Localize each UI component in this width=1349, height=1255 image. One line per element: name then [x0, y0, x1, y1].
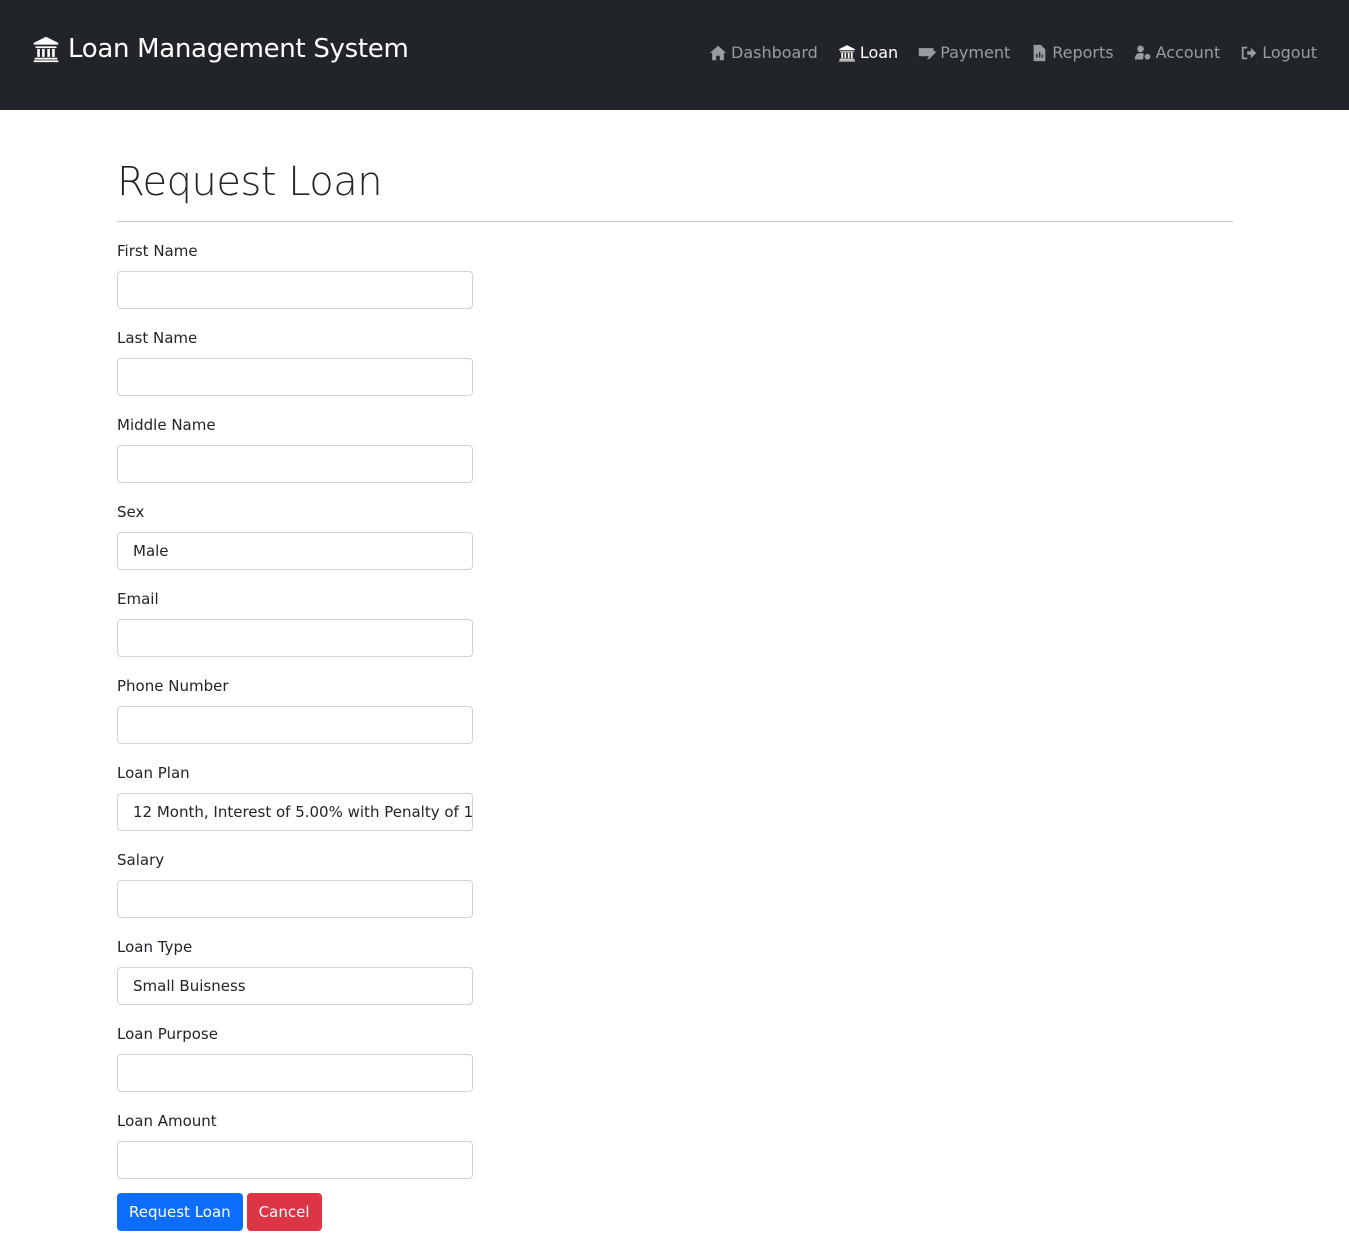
page-title: Request Loan — [117, 159, 383, 205]
divider — [117, 221, 1233, 222]
app-title: Loan Management System — [68, 34, 409, 64]
salary-input[interactable] — [117, 880, 473, 918]
nav-item-account[interactable]: Account — [1134, 43, 1221, 62]
sex-label: Sex — [117, 503, 145, 521]
user-gear-icon — [1134, 45, 1150, 60]
nav-label: Dashboard — [731, 43, 818, 62]
sex-select[interactable]: Male — [117, 532, 473, 570]
loan-plan-select[interactable]: 12 Month, Interest of 5.00% with Penalty… — [117, 793, 473, 831]
cancel-button[interactable]: Cancel — [246, 1193, 322, 1231]
form-group-salary: Salary — [117, 849, 1233, 918]
loan-request-form: First Name Last Name Middle Name Sex Mal… — [117, 240, 1233, 1231]
main-content: Request Loan First Name Last Name Middle… — [117, 150, 1233, 1231]
form-actions: Request Loan Cancel — [117, 1193, 1233, 1231]
form-group-first-name: First Name — [117, 240, 1233, 309]
nav-item-loan[interactable]: Loan — [838, 43, 898, 62]
nav-item-payment[interactable]: Payment — [918, 43, 1010, 62]
middle-name-label: Middle Name — [117, 416, 216, 434]
form-group-loan-purpose: Loan Purpose — [117, 1023, 1233, 1092]
phone-number-input[interactable] — [117, 706, 473, 744]
money-check-icon — [919, 47, 937, 60]
email-label: Email — [117, 590, 159, 608]
loan-type-label: Loan Type — [117, 938, 193, 956]
loan-amount-input[interactable] — [117, 1141, 473, 1179]
nav-menu: Dashboard Loan Payment Reports Account L… — [689, 43, 1317, 62]
nav-label: Reports — [1052, 43, 1114, 62]
nav-item-dashboard[interactable]: Dashboard — [709, 43, 818, 62]
loan-purpose-label: Loan Purpose — [117, 1025, 218, 1043]
last-name-input[interactable] — [117, 358, 473, 396]
brand[interactable]: Loan Management System — [32, 34, 409, 64]
form-group-loan-amount: Loan Amount — [117, 1110, 1233, 1179]
form-group-middle-name: Middle Name — [117, 414, 1233, 483]
first-name-label: First Name — [117, 242, 198, 260]
form-group-phone: Phone Number — [117, 675, 1233, 744]
top-navbar: Loan Management System Dashboard Loan Pa… — [0, 0, 1349, 110]
bank-icon — [838, 44, 855, 61]
nav-label: Payment — [940, 43, 1011, 62]
form-group-email: Email — [117, 588, 1233, 657]
sign-out-icon — [1242, 46, 1257, 59]
email-input[interactable] — [117, 619, 473, 657]
loan-purpose-input[interactable] — [117, 1054, 473, 1092]
request-loan-button[interactable]: Request Loan — [117, 1193, 243, 1231]
salary-label: Salary — [117, 851, 165, 869]
form-group-last-name: Last Name — [117, 327, 1233, 396]
nav-label: Account — [1155, 43, 1221, 62]
bank-icon — [33, 36, 59, 63]
home-icon — [709, 45, 727, 60]
nav-item-reports[interactable]: Reports — [1030, 43, 1114, 62]
form-group-loan-type: Loan Type Small Buisness — [117, 936, 1233, 1005]
loan-type-select[interactable]: Small Buisness — [117, 967, 473, 1005]
loan-plan-label: Loan Plan — [117, 764, 190, 782]
middle-name-input[interactable] — [117, 445, 473, 483]
file-chart-icon — [1033, 44, 1046, 61]
phone-number-label: Phone Number — [117, 677, 229, 695]
nav-label: Loan — [859, 43, 899, 62]
nav-label: Logout — [1262, 43, 1317, 62]
last-name-label: Last Name — [117, 329, 198, 347]
first-name-input[interactable] — [117, 271, 473, 309]
form-group-loan-plan: Loan Plan 12 Month, Interest of 5.00% wi… — [117, 762, 1233, 831]
form-group-sex: Sex Male — [117, 501, 1233, 570]
nav-item-logout[interactable]: Logout — [1240, 43, 1317, 62]
loan-amount-label: Loan Amount — [117, 1112, 217, 1130]
